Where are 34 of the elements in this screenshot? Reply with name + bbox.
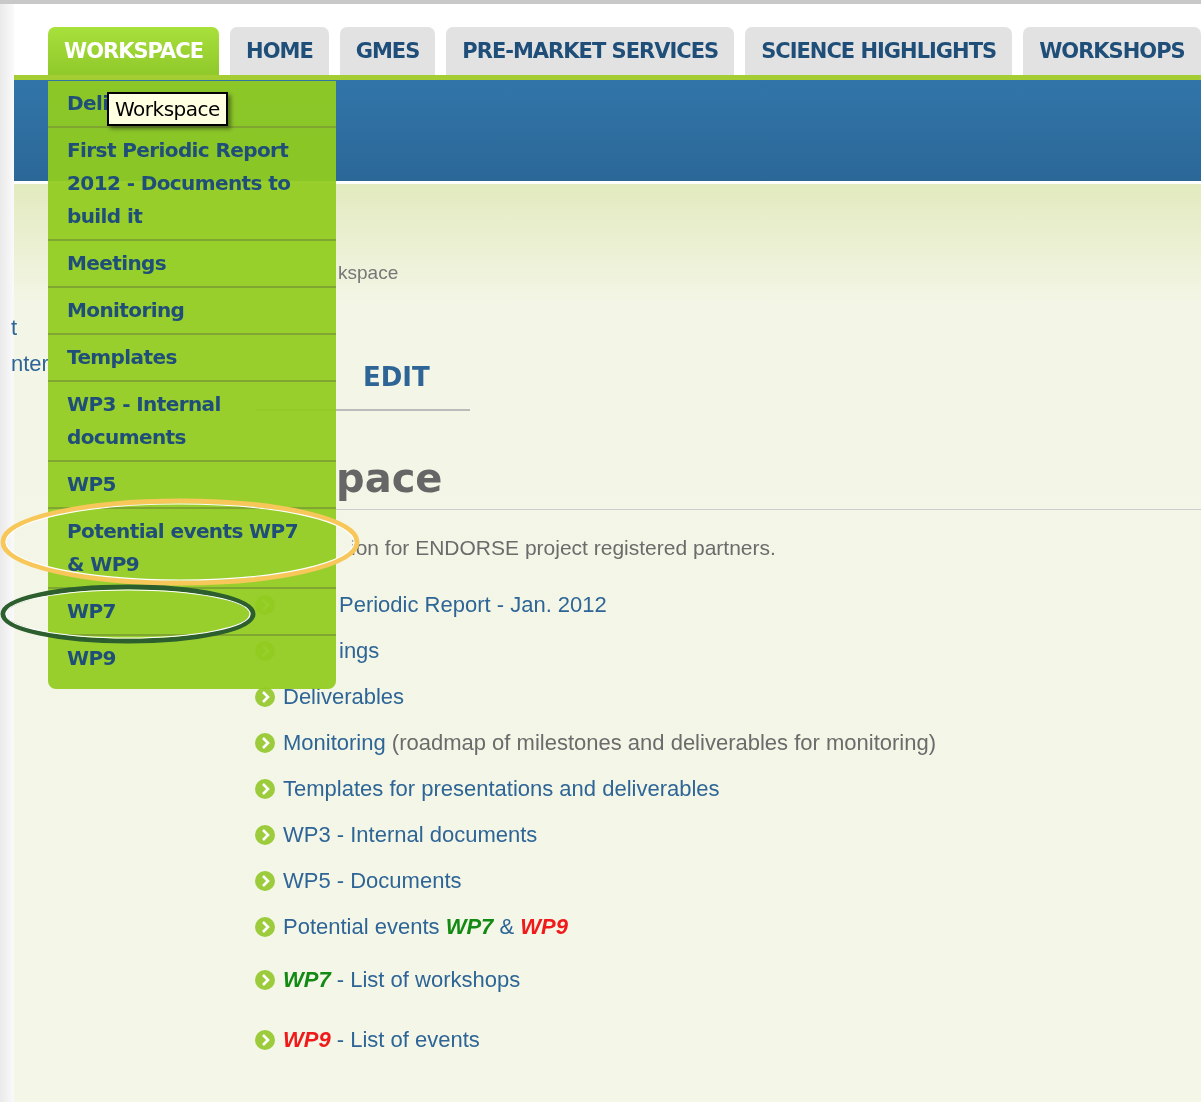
document-link[interactable]: Periodic Report - Jan. 2012 (339, 592, 607, 618)
chevron-bullet-icon (255, 917, 275, 937)
document-link[interactable]: WP5 - Documents (283, 868, 462, 894)
nav-tab[interactable]: WORKSHOPS (1023, 27, 1201, 75)
document-link[interactable]: Deliverables (283, 684, 405, 710)
document-link[interactable]: WP9 - List of events (283, 1027, 480, 1053)
document-link[interactable]: ings (339, 638, 380, 664)
menu-item[interactable]: Monitoring (48, 288, 336, 335)
chevron-bullet-icon (255, 779, 275, 799)
chevron-bullet-icon (255, 733, 275, 753)
menu-item[interactable]: Templates (48, 335, 336, 382)
menu-item[interactable]: WP7 (48, 589, 336, 636)
chevron-bullet-icon (255, 970, 275, 990)
view-tab[interactable]: EDIT (363, 362, 470, 411)
chevron-bullet-icon (255, 871, 275, 891)
nav-tab[interactable]: PRE-MARKET SERVICES (446, 27, 735, 75)
document-link[interactable]: WP3 - Internal documents (283, 822, 538, 848)
menu-item[interactable]: WP5 (48, 462, 336, 509)
menu-item[interactable]: First Periodic Report 2012 - Documents to build it (48, 128, 336, 241)
tooltip: Workspace (107, 92, 228, 126)
nav-tab[interactable]: SCIENCE HIGHLIGHTS (745, 27, 1013, 75)
document-link[interactable]: Monitoring (roadmap of milestones and deliverables for monitoring) (283, 730, 936, 756)
menu-item[interactable]: WP9 (48, 636, 336, 681)
menu-item[interactable]: Meetings (48, 241, 336, 288)
document-link[interactable]: Potential events WP7 & WP9 (283, 914, 568, 940)
document-link[interactable]: Templates for presentations and deliverables (283, 776, 720, 802)
chevron-bullet-icon (255, 825, 275, 845)
menu-item[interactable]: Potential events WP7 & WP9 (48, 509, 336, 589)
breadcrumb: kspace (338, 262, 399, 284)
nav-tab[interactable]: GMES (339, 27, 436, 75)
nav-tab[interactable]: HOME (230, 27, 329, 75)
chevron-bullet-icon (255, 1030, 275, 1050)
document-link[interactable]: WP7 - List of workshops (283, 967, 521, 993)
menu-item[interactable]: WP3 - Internal documents (48, 382, 336, 462)
